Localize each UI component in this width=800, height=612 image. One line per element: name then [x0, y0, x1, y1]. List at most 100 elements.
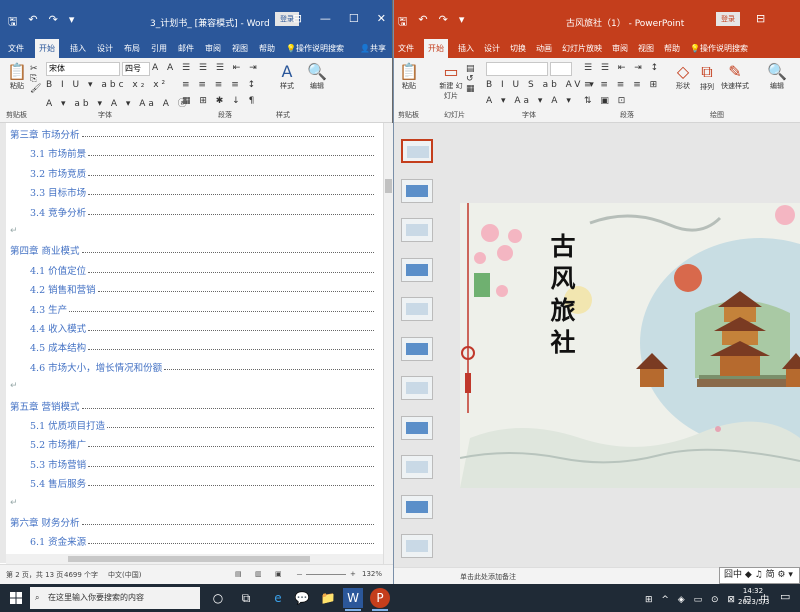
tell-me-search[interactable]: 💡操作说明搜索 [286, 43, 344, 54]
slide-layout-tools[interactable]: ▤ ↺ ▦ [466, 64, 478, 94]
toc-section-link[interactable]: 4.6 市场大小，增长情况和份额 [30, 360, 374, 374]
hscroll-thumb[interactable] [68, 556, 310, 562]
web-layout-icon[interactable]: ▣ [275, 570, 282, 578]
word-count[interactable]: 4699 个字 [64, 570, 98, 580]
tab-view[interactable]: 视图 [232, 43, 248, 54]
toc-section-link[interactable]: 5.4 售后服务 [30, 476, 374, 490]
ppt-tab-insert[interactable]: 插入 [458, 43, 474, 54]
ppt-tab-file[interactable]: 文件 [398, 43, 414, 54]
ppt-font-name-select[interactable] [486, 62, 548, 76]
slide-thumbnail[interactable] [401, 336, 433, 361]
ppt-tell-me-search[interactable]: 💡操作说明搜索 [690, 43, 748, 54]
minimize-icon[interactable]: — [320, 12, 331, 25]
slide-title[interactable]: 古风旅社 [548, 231, 578, 359]
toc-section-link[interactable]: 4.3 生产 [30, 302, 374, 316]
toc-section-link[interactable]: 3.4 竞争分析 [30, 205, 374, 219]
toc-section-link[interactable]: 3.3 目标市场 [30, 185, 374, 199]
slide-thumbnail[interactable] [401, 376, 433, 400]
font-format-buttons[interactable]: B I U ▾ abc x₂ x² [46, 80, 168, 90]
font-grow-icon[interactable]: A A [152, 63, 176, 73]
word-taskbar-icon[interactable]: W [343, 588, 363, 611]
ppt-paragraph-tools[interactable]: ⇅ ▣ ⊡ [584, 96, 628, 106]
tab-help[interactable]: 帮助 [259, 43, 275, 54]
undo-icon[interactable]: ↶ [28, 13, 37, 32]
vertical-scrollbar[interactable] [383, 123, 393, 564]
wechat-icon[interactable]: 💬 [292, 588, 312, 608]
zoom-out-button[interactable]: － [296, 570, 303, 580]
customize-icon[interactable]: ▾ [69, 13, 75, 32]
toc-section-link[interactable]: 3.2 市场竞质 [30, 166, 374, 180]
windows-start-icon[interactable] [10, 592, 22, 604]
ppt-undo-icon[interactable]: ↶ [418, 13, 427, 32]
toc-chapter-link[interactable]: 第六章 财务分析 [10, 515, 374, 529]
taskbar-search-input[interactable]: ⌕ 在这里输入你要搜索的内容 [30, 587, 200, 609]
ppt-tab-design[interactable]: 设计 [484, 43, 500, 54]
slide-thumbnail[interactable] [401, 257, 433, 282]
ppt-redo-icon[interactable]: ↷ [439, 13, 448, 32]
ppt-align-buttons[interactable]: ≡ ≡ ≡ ≡ ⊞ [584, 80, 660, 90]
cortana-icon[interactable]: ○ [208, 588, 228, 608]
toc-chapter-link[interactable]: 第三章 市场分析 [10, 127, 374, 141]
toc-section-link[interactable]: 4.1 价值定位 [30, 263, 374, 277]
new-slide-button[interactable]: ▭ 新建 幻灯片 [438, 62, 464, 101]
maximize-icon[interactable]: ☐ [349, 12, 359, 25]
zoom-slider[interactable] [306, 574, 346, 575]
shapes-button[interactable]: ◇ 形状 [672, 62, 694, 91]
task-view-icon[interactable]: ⧉ [236, 588, 256, 608]
ppt-tab-review[interactable]: 审阅 [612, 43, 628, 54]
share-button[interactable]: 👤共享 [360, 43, 386, 54]
editing-button[interactable]: 🔍 编辑 [306, 62, 328, 91]
edge-browser-icon[interactable]: e [268, 588, 288, 608]
ppt-paste-button[interactable]: 📋 粘贴 [398, 62, 420, 91]
zoom-level[interactable]: 132% [362, 570, 382, 578]
tab-insert[interactable]: 插入 [70, 43, 86, 54]
font-size-select[interactable]: 四号 [122, 62, 150, 76]
document-body[interactable]: 第三章 市场分析 3.1 市场前景 3.2 市场竞质 3.3 目标市场 3.4 竞争分析… [6, 123, 381, 564]
quick-styles-button[interactable]: ✎ 快速样式 [720, 62, 750, 91]
tab-design[interactable]: 设计 [97, 43, 113, 54]
notification-icon[interactable]: ▭ [780, 590, 790, 603]
arrange-button[interactable]: ⧉ 排列 [696, 62, 718, 92]
slide-thumbnail[interactable] [401, 218, 433, 242]
align-buttons[interactable]: ≡ ≡ ≡ ≡ ↕ [182, 80, 258, 90]
file-explorer-icon[interactable]: 📁 [318, 588, 338, 608]
ppt-tab-help[interactable]: 帮助 [664, 43, 680, 54]
font-name-select[interactable]: 宋体 [46, 62, 120, 76]
close-icon[interactable]: ✕ [377, 12, 386, 25]
clipboard-tools[interactable]: ✂ ⎘ 🖌 [30, 64, 44, 94]
toc-chapter-link[interactable]: 第五章 营销模式 [10, 399, 374, 413]
slide-thumbnail[interactable] [401, 455, 433, 479]
tab-mailings[interactable]: 邮件 [178, 43, 194, 54]
page-count[interactable]: 第 2 页，共 13 页 [6, 570, 63, 580]
list-buttons[interactable]: ☰ ☰ ☰ ⇤ ⇥ [182, 63, 260, 73]
tab-home[interactable]: 开始 [35, 38, 59, 58]
ppt-font-format-buttons[interactable]: B I U S ab AV ▾ [486, 80, 597, 90]
toc-section-link[interactable]: 5.3 市场营销 [30, 457, 374, 471]
styles-button[interactable]: A 样式 [276, 62, 298, 91]
ppt-tab-view[interactable]: 视图 [638, 43, 654, 54]
horizontal-scrollbar[interactable] [6, 554, 383, 564]
tab-file[interactable]: 文件 [8, 43, 24, 54]
slide-thumbnail[interactable] [401, 415, 433, 440]
ppt-tab-animations[interactable]: 动画 [536, 43, 552, 54]
toc-chapter-link[interactable]: 第四章 商业模式 [10, 243, 374, 257]
toc-section-link[interactable]: 3.1 市场前景 [30, 146, 374, 160]
ppt-list-buttons[interactable]: ☰ ☰ ⇤ ⇥ ↕ [584, 63, 661, 73]
ppt-font-size-select[interactable] [550, 62, 572, 76]
ppt-tab-transitions[interactable]: 切换 [510, 43, 526, 54]
toc-section-link[interactable]: 4.4 收入模式 [30, 321, 374, 335]
print-layout-icon[interactable]: ▥ [255, 570, 262, 578]
paste-button[interactable]: 📋 粘贴 [6, 62, 28, 91]
ppt-customize-icon[interactable]: ▾ [459, 13, 465, 32]
toc-section-link[interactable]: 4.5 成本结构 [30, 340, 374, 354]
toc-section-link[interactable]: 5.2 市场推广 [30, 437, 374, 451]
clock[interactable]: 14:32 2023/5/3 [738, 586, 769, 608]
ribbon-display-icon[interactable]: ⊟ [293, 12, 302, 25]
toc-section-link[interactable]: 5.1 优质项目打造 [30, 418, 374, 432]
ppt-login-button[interactable]: 登录 [716, 12, 740, 26]
toc-section-link[interactable]: 4.2 销售和营销 [30, 282, 374, 296]
slide-thumbnail[interactable] [401, 494, 433, 519]
zoom-in-button[interactable]: + [350, 570, 356, 578]
tab-references[interactable]: 引用 [151, 43, 167, 54]
ppt-editing-button[interactable]: 🔍 编辑 [766, 62, 788, 91]
